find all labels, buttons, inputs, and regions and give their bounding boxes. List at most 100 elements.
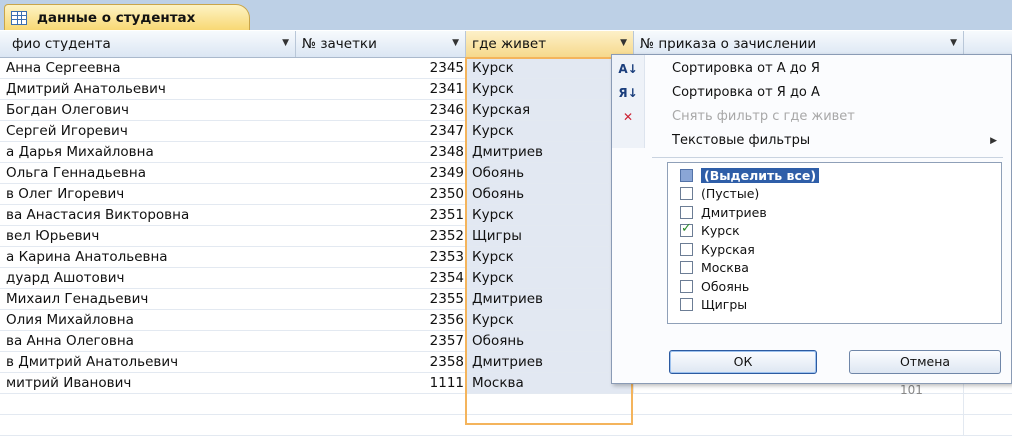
checkbox[interactable]	[680, 205, 693, 219]
menu-item-sort-asc[interactable]: A↓ Сортировка от А до Я	[612, 58, 1011, 80]
cell-city[interactable]: Курск	[466, 121, 634, 141]
cancel-button[interactable]: Отмена	[849, 350, 1001, 374]
filter-option-label: Щигры	[701, 297, 748, 312]
checkbox[interactable]	[680, 261, 693, 274]
filter-option[interactable]: Курская	[680, 240, 755, 258]
cell-city[interactable]: Обоянь	[466, 184, 634, 204]
filter-menu: A↓ Сортировка от А до Я Я↓ Сортировка от…	[611, 54, 1012, 384]
cell-name[interactable]: Олия Михайловна	[0, 310, 296, 330]
submenu-arrow-icon: ▶	[990, 136, 997, 146]
cell-name[interactable]: ва Анна Олеговна	[0, 331, 296, 351]
cell-number[interactable]: 2357	[296, 331, 466, 351]
filter-option[interactable]: Обоянь	[680, 277, 749, 295]
cell-name[interactable]: Анна Сергеевна	[0, 58, 296, 78]
cell-name[interactable]: а Карина Анатольевна	[0, 247, 296, 267]
checkbox[interactable]	[680, 221, 693, 237]
filter-option[interactable]: (Пустые)	[680, 185, 759, 203]
cell-name[interactable]: в Олег Игоревич	[0, 184, 296, 204]
chevron-down-icon[interactable]: ▼	[950, 38, 957, 48]
cell-name[interactable]: Михаил Генадьевич	[0, 289, 296, 309]
cell-city[interactable]: Дмитриев	[466, 352, 634, 372]
cell-city[interactable]: Щигры	[466, 226, 634, 246]
checkbox[interactable]	[680, 187, 693, 200]
empty-row[interactable]	[0, 415, 1012, 436]
filter-option-label: Курск	[701, 223, 740, 238]
filter-option[interactable]: Щигры	[680, 296, 747, 314]
menu-item-sort-desc[interactable]: Я↓ Сортировка от Я до А	[612, 82, 1011, 104]
menu-item-label: Снять фильтр с где живет	[672, 109, 855, 124]
cell-name[interactable]: Дмитрий Анатольевич	[0, 79, 296, 99]
checkbox[interactable]	[680, 168, 693, 182]
cell-city[interactable]: Курск	[466, 247, 634, 267]
column-header-city-label: где живет	[472, 36, 547, 52]
column-header-name-label: фио студента	[12, 36, 111, 52]
cell-number[interactable]: 1111	[296, 373, 466, 393]
checkbox[interactable]	[680, 242, 693, 256]
chevron-down-icon[interactable]: ▼	[282, 38, 289, 48]
cell-number[interactable]: 2355	[296, 289, 466, 309]
column-header-name[interactable]: фио студента ▼	[0, 31, 296, 57]
cell-city[interactable]: Курск	[466, 58, 634, 78]
tab-label: данные о студентах	[37, 9, 196, 26]
menu-item-label: Сортировка от Я до А	[672, 85, 820, 100]
cell-city[interactable]: Курск	[466, 79, 634, 99]
cell-city[interactable]: Дмитриев	[466, 289, 634, 309]
filter-values-list[interactable]: (Выделить все) (Пустые) Дмитриев Курск Курск…	[667, 162, 1002, 324]
sort-descending-icon: Я↓	[618, 86, 638, 100]
checkbox[interactable]	[680, 298, 693, 311]
chevron-down-icon[interactable]: ▼	[620, 38, 627, 48]
empty-row[interactable]	[0, 394, 1012, 415]
menu-item-label: Текстовые фильтры	[672, 133, 811, 148]
menu-separator	[652, 157, 1003, 158]
cell-name[interactable]: в Дмитрий Анатольевич	[0, 352, 296, 372]
filter-option[interactable]: Дмитриев	[680, 203, 767, 221]
cell-name[interactable]: ва Анастасия Викторовна	[0, 205, 296, 225]
cell-city[interactable]: Обоянь	[466, 331, 634, 351]
column-header-order-label: № приказа о зачислении	[640, 36, 817, 52]
cell-number[interactable]: 2348	[296, 142, 466, 162]
cell-number[interactable]: 2345	[296, 58, 466, 78]
cell-name[interactable]: дуард Ашотович	[0, 268, 296, 288]
table-tab[interactable]: данные о студентах	[4, 4, 250, 30]
filter-option[interactable]: Курск	[680, 221, 740, 240]
cell-number[interactable]: 2354	[296, 268, 466, 288]
cell-name[interactable]: Ольга Геннадьевна	[0, 163, 296, 183]
filter-option-label: (Пустые)	[701, 186, 760, 201]
cell-name[interactable]: Богдан Олегович	[0, 100, 296, 120]
partial-order-value: 101	[900, 383, 923, 397]
cell-city[interactable]: Москва	[466, 373, 634, 393]
tab-strip: данные о студентах	[0, 0, 1012, 30]
cell-name[interactable]: митрий Иванович	[0, 373, 296, 393]
filter-option-label: Обоянь	[701, 278, 750, 294]
cell-city[interactable]: Курск	[466, 205, 634, 225]
cell-name[interactable]: вел Юрьевич	[0, 226, 296, 246]
ok-button[interactable]: ОК	[669, 350, 817, 374]
cell-number[interactable]: 2347	[296, 121, 466, 141]
cell-number[interactable]: 2349	[296, 163, 466, 183]
cell-number[interactable]: 2358	[296, 352, 466, 372]
cell-city[interactable]: Курская	[466, 100, 634, 120]
column-header-number-label: № зачетки	[302, 36, 377, 52]
cell-city[interactable]: Дмитриев	[466, 142, 634, 162]
cell-number[interactable]: 2351	[296, 205, 466, 225]
cell-number[interactable]: 2352	[296, 226, 466, 246]
column-header-number[interactable]: № зачетки ▼	[296, 31, 466, 57]
filter-option[interactable]: Москва	[680, 259, 749, 277]
cell-number[interactable]: 2356	[296, 310, 466, 330]
menu-item-clear-filter[interactable]: ✕ Снять фильтр с где живет	[612, 106, 1011, 128]
filter-option[interactable]: (Выделить все)	[680, 166, 820, 184]
cell-number[interactable]: 2346	[296, 100, 466, 120]
cell-city[interactable]: Курск	[466, 268, 634, 288]
cell-city[interactable]: Курск	[466, 310, 634, 330]
checkbox[interactable]	[680, 279, 693, 293]
cell-name[interactable]: а Дарья Михайловна	[0, 142, 296, 162]
cell-city[interactable]: Обоянь	[466, 163, 634, 183]
menu-item-text-filters[interactable]: Текстовые фильтры ▶	[612, 130, 1011, 152]
cell-number[interactable]: 2350	[296, 184, 466, 204]
cell-name[interactable]: Сергей Игоревич	[0, 121, 296, 141]
column-header-city[interactable]: где живет ▼	[466, 31, 634, 57]
chevron-down-icon[interactable]: ▼	[452, 38, 459, 48]
cell-number[interactable]: 2341	[296, 79, 466, 99]
cell-number[interactable]: 2353	[296, 247, 466, 267]
filter-option-label: (Выделить все)	[701, 167, 820, 183]
